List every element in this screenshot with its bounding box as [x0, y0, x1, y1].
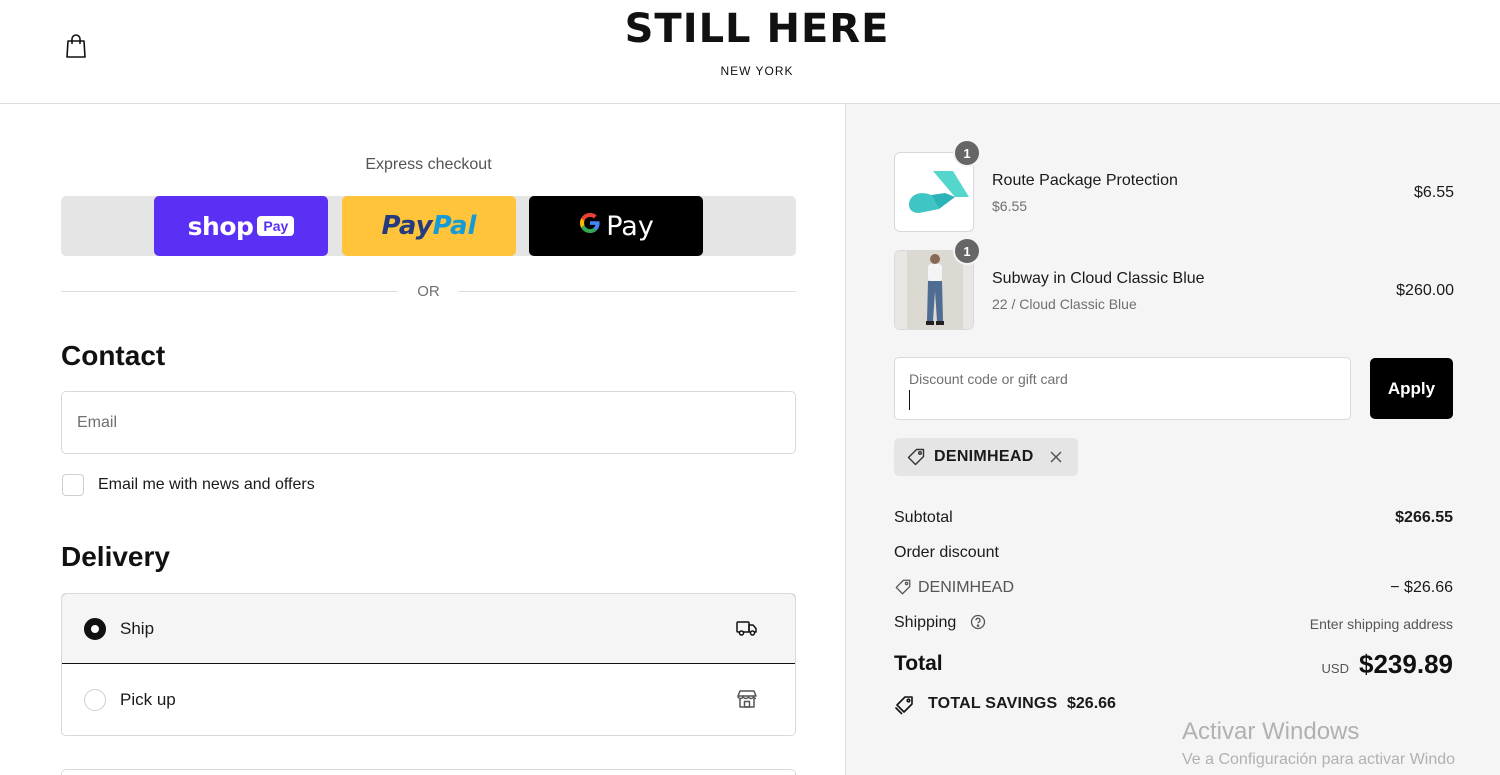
subtotal-label: Subtotal: [894, 509, 953, 526]
express-checkout-label: Express checkout: [365, 156, 492, 173]
delivery-option-pickup[interactable]: Pick up: [62, 665, 795, 735]
paypal-button[interactable]: Pay Pal: [342, 196, 516, 256]
ship-label: Ship: [120, 619, 155, 638]
shop-pay-word: shop: [187, 211, 254, 241]
delivery-option-ship[interactable]: Ship: [62, 594, 795, 664]
discount-amount: − $26.66: [1390, 579, 1453, 596]
newsletter-label[interactable]: Email me with news and offers: [98, 476, 315, 494]
google-pay-word: Pay: [606, 210, 654, 242]
savings-tag-icon: [894, 694, 916, 716]
paypal-word-pal: Pal: [432, 211, 477, 241]
shipping-label: Shipping: [894, 614, 957, 631]
discount-code-field[interactable]: Discount code or gift card: [894, 357, 1351, 420]
store-icon: [735, 687, 759, 711]
or-divider: OR: [61, 282, 796, 302]
google-pay-button[interactable]: Pay: [529, 196, 703, 256]
newsletter-checkbox[interactable]: [62, 474, 84, 496]
item-name: Route Package Protection: [992, 172, 1178, 189]
subtotal-value: $266.55: [1395, 509, 1453, 526]
activation-watermark-title: Activar Windows: [1182, 718, 1360, 745]
text-caret: [909, 390, 910, 410]
order-summary: 1 Route Package Protection $6.55 $6.55 1…: [845, 104, 1500, 775]
pickup-radio[interactable]: [84, 689, 106, 711]
paypal-word-pay: Pay: [381, 211, 433, 241]
checkout-form: Express checkout shop Pay Pay Pal Pay OR …: [0, 104, 845, 775]
tag-icon: [894, 578, 912, 596]
item-name: Subway in Cloud Classic Blue: [992, 270, 1205, 287]
activation-watermark-subtitle: Ve a Configuración para activar Windo: [1182, 751, 1456, 768]
truck-icon: [735, 616, 759, 640]
delivery-options: Ship Pick up: [61, 593, 796, 736]
quantity-badge: 1: [953, 237, 981, 265]
pickup-label: Pick up: [120, 690, 176, 709]
ship-radio[interactable]: [84, 618, 106, 640]
total-savings-label: TOTAL SAVINGS: [928, 695, 1058, 712]
delivery-heading: Delivery: [61, 541, 170, 572]
email-field[interactable]: [61, 391, 796, 454]
next-field-partial: [61, 769, 796, 775]
shop-pay-button[interactable]: shop Pay: [154, 196, 328, 256]
apply-button[interactable]: Apply: [1370, 358, 1453, 419]
item-price: $260.00: [1396, 282, 1454, 299]
applied-code-text: DENIMHEAD: [934, 448, 1034, 465]
brand-subtitle: NEW YORK: [720, 64, 794, 78]
close-icon[interactable]: [1048, 449, 1064, 465]
total-savings-value: $26.66: [1067, 695, 1116, 712]
discount-placeholder: Discount code or gift card: [909, 371, 1068, 387]
help-icon[interactable]: [970, 614, 986, 630]
item-variant: $6.55: [992, 198, 1028, 214]
item-price: $6.55: [1413, 184, 1454, 201]
discount-code-label: DENIMHEAD: [918, 579, 1015, 596]
line-item: 1 Route Package Protection $6.55 $6.55: [894, 139, 1454, 232]
shop-pay-badge: Pay: [257, 216, 295, 236]
contact-heading: Contact: [61, 340, 166, 371]
site-header: STILL HERE NEW YORK: [0, 0, 1500, 104]
total-value: $239.89: [1359, 649, 1453, 679]
total-label: Total: [894, 652, 943, 675]
total-currency: USD: [1321, 661, 1349, 676]
line-item: 1 Subway in Cloud Classic Blue 22 / Clou…: [894, 237, 1454, 330]
order-discount-label: Order discount: [894, 544, 999, 561]
applied-discount-chip: DENIMHEAD: [894, 438, 1078, 476]
tag-icon: [906, 447, 926, 467]
google-g-icon: [578, 211, 602, 242]
brand-logo[interactable]: STILL HERE: [0, 6, 1500, 52]
quantity-badge: 1: [953, 139, 981, 167]
item-variant: 22 / Cloud Classic Blue: [992, 296, 1137, 312]
shipping-value: Enter shipping address: [1309, 616, 1453, 632]
divider-line-right: [458, 291, 796, 292]
